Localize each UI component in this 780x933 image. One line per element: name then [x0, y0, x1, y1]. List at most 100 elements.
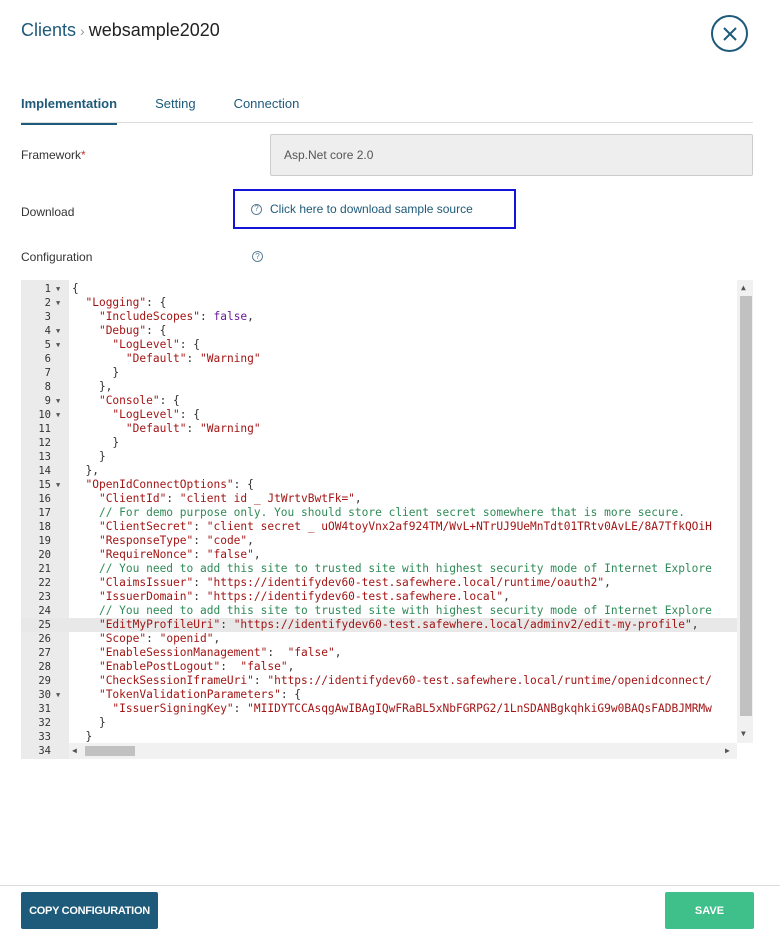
scroll-down-arrow-icon[interactable]: ▼ — [741, 729, 746, 738]
line-number: 26 — [38, 633, 51, 645]
code-line: 22 "ClaimsIssuer": "https://identifydev6… — [21, 576, 737, 590]
code-line: 32 } — [21, 716, 737, 730]
tab-divider — [21, 122, 753, 123]
fold-toggle-icon[interactable]: ▼ — [53, 478, 69, 492]
close-button[interactable] — [711, 15, 748, 52]
code-text: // You need to add this site to trusted … — [98, 604, 712, 617]
line-number: 5 — [44, 339, 51, 351]
configuration-help-icon[interactable]: ? — [252, 251, 263, 262]
vertical-scrollbar-thumb[interactable] — [740, 296, 752, 716]
scroll-right-arrow-icon[interactable]: ▶ — [725, 746, 730, 755]
page-title: websample2020 — [88, 20, 220, 40]
code-text: "Scope": "openid", — [98, 632, 221, 645]
code-text: "LogLevel": { — [112, 338, 200, 351]
line-number: 23 — [38, 591, 51, 603]
code-editor[interactable]: 1 ▼{2 ▼ "Logging": {3 "IncludeScopes": fal… — [21, 280, 753, 759]
line-number: 16 — [38, 493, 51, 505]
copy-configuration-button[interactable]: COPY CONFIGURATION — [21, 892, 158, 929]
required-mark: * — [81, 148, 86, 162]
code-text: }, — [72, 464, 99, 477]
tab-implementation[interactable]: Implementation — [21, 96, 118, 125]
line-number: 19 — [38, 535, 51, 547]
fold-toggle-icon[interactable]: ▼ — [53, 338, 69, 352]
line-number: 13 — [38, 451, 51, 463]
tab-connection[interactable]: Connection — [234, 96, 300, 125]
code-line: 24 // You need to add this site to trust… — [21, 604, 737, 618]
code-text: } — [72, 716, 106, 729]
line-number: 8 — [44, 381, 51, 393]
code-text: "EnablePostLogout": "false", — [98, 660, 295, 673]
code-text: // You need to add this site to trusted … — [98, 562, 712, 575]
code-text: "TokenValidationParameters": { — [98, 688, 302, 701]
download-sample-link[interactable]: ? Click here to download sample source — [233, 189, 516, 229]
breadcrumb: Clients › websample2020 — [21, 20, 220, 41]
save-button[interactable]: SAVE — [665, 892, 754, 929]
code-line: 31 "IssuerSigningKey": "MIIDYTCCAsqgAwIB… — [21, 702, 737, 716]
breadcrumb-clients-link[interactable]: Clients — [21, 20, 76, 41]
code-line: 1 ▼{ — [21, 282, 737, 296]
framework-label: Framework* — [21, 148, 86, 162]
line-number: 22 — [38, 577, 51, 589]
code-line: 7 } — [21, 366, 737, 380]
fold-toggle-icon[interactable]: ▼ — [53, 688, 69, 702]
code-line: 28 "EnablePostLogout": "false", — [21, 660, 737, 674]
line-number: 15 — [38, 479, 51, 491]
code-text: { — [72, 282, 79, 295]
fold-toggle-icon[interactable]: ▼ — [53, 296, 69, 310]
code-line: 19 "ResponseType": "code", — [21, 534, 737, 548]
line-number: 9 — [44, 395, 51, 407]
code-line: 23 "IssuerDomain": "https://identifydev6… — [21, 590, 737, 604]
code-line: 17 // For demo purpose only. You should … — [21, 506, 737, 520]
line-number: 11 — [38, 423, 51, 435]
code-line: 26 "Scope": "openid", — [21, 632, 737, 646]
fold-toggle-icon[interactable]: ▼ — [53, 282, 69, 296]
download-label: Download — [21, 205, 75, 219]
code-line: 29 "CheckSessionIframeUri": "https://ide… — [21, 674, 737, 688]
code-text: }, — [72, 380, 113, 393]
footer-divider — [0, 885, 780, 886]
code-lines: 1 ▼{2 ▼ "Logging": {3 "IncludeScopes": fal… — [21, 282, 737, 758]
code-text: "ClaimsIssuer": "https://identifydev60-t… — [98, 576, 611, 589]
scroll-up-arrow-icon[interactable]: ▲ — [741, 283, 746, 292]
line-number: 28 — [38, 661, 51, 673]
code-text: "RequireNonce": "false", — [98, 548, 261, 561]
horizontal-scrollbar-track[interactable] — [69, 743, 737, 759]
configuration-label: Configuration — [21, 250, 93, 264]
code-text: "EditMyProfileUri": "https://identifydev… — [98, 618, 699, 631]
code-line: 5 ▼ "LogLevel": { — [21, 338, 737, 352]
code-line: 15 ▼ "OpenIdConnectOptions": { — [21, 478, 737, 492]
line-number: 18 — [38, 521, 51, 533]
line-number: 21 — [38, 563, 51, 575]
code-line: 10 ▼ "LogLevel": { — [21, 408, 737, 422]
download-link-text: Click here to download sample source — [270, 202, 473, 216]
scroll-left-arrow-icon[interactable]: ◀ — [72, 746, 77, 755]
fold-toggle-icon[interactable]: ▼ — [53, 408, 69, 422]
fold-toggle-icon[interactable]: ▼ — [53, 324, 69, 338]
tab-bar: Implementation Setting Connection — [21, 96, 337, 125]
fold-toggle-icon[interactable]: ▼ — [53, 394, 69, 408]
line-number: 14 — [38, 465, 51, 477]
horizontal-scrollbar-thumb[interactable] — [85, 746, 135, 756]
tab-setting[interactable]: Setting — [155, 96, 195, 125]
code-text: } — [72, 450, 106, 463]
code-text: "IssuerDomain": "https://identifydev60-t… — [98, 590, 510, 603]
code-text: "EnableSessionManagement": "false", — [98, 646, 342, 659]
code-line: 9 ▼ "Console": { — [21, 394, 737, 408]
